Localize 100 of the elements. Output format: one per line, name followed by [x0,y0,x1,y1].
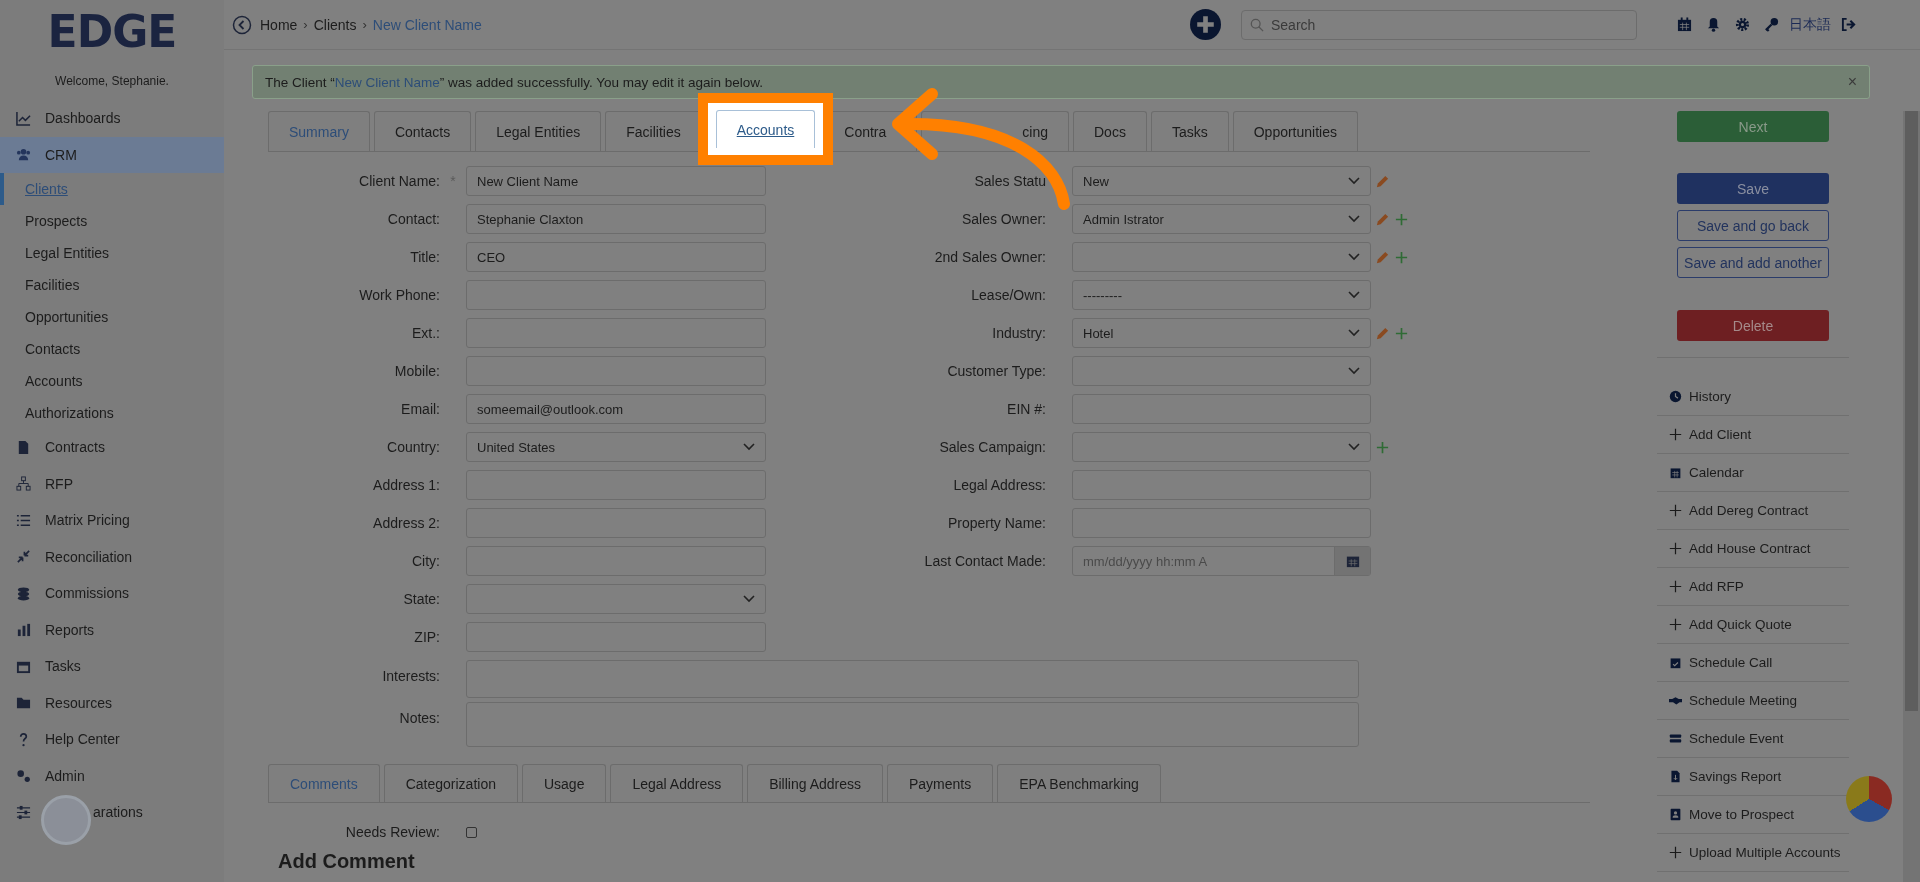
tab[interactable]: Comments [268,764,380,802]
sidebar-subitem[interactable]: Accounts [0,365,224,397]
breadcrumb-link[interactable]: New Client Name [372,16,482,33]
welcome-badge-widget[interactable] [41,795,91,845]
select-field[interactable]: New [1072,166,1371,196]
field-label: Work Phone: [359,287,440,303]
coins-icon [16,585,31,601]
input-field[interactable]: someemail@outlook.com [466,394,766,424]
sidebar-item[interactable]: CRM [0,136,224,173]
action-link[interactable]: Add RFP [1657,568,1849,606]
calendar-icon[interactable] [1677,17,1692,32]
checkbox[interactable] [466,826,477,838]
pencil-icon[interactable] [1375,249,1390,265]
sidebar-item[interactable]: Help Center [0,721,224,758]
plus-icon[interactable] [1394,249,1409,265]
tab[interactable]: Legal Address [610,764,744,802]
sidebar-item[interactable]: Matrix Pricing [0,502,224,539]
add-circle-icon[interactable] [1190,9,1221,40]
compress-icon [16,549,31,565]
tab[interactable]: EPA Benchmarking [997,764,1161,802]
select-field[interactable]: United States [466,432,766,462]
action-link[interactable]: History [1657,378,1849,416]
pencil-icon[interactable] [1375,325,1390,341]
sidebar-item[interactable]: Tasks [0,648,224,685]
tab[interactable]: Summary [268,111,370,151]
file-icon [16,439,31,455]
sidebar-item[interactable]: Dashboards [0,100,224,137]
breadcrumb-link[interactable]: Home [260,16,298,33]
field-label: Client Name: [359,173,440,189]
action-link[interactable]: Add Quick Quote [1657,606,1849,644]
pencil-icon[interactable] [1375,173,1390,189]
sidebar-item[interactable]: Resources [0,684,224,721]
field-label: Needs Review: [345,824,440,840]
action-link[interactable]: Schedule Meeting [1657,682,1849,720]
input-field[interactable]: Stephanie Claxton [466,204,766,234]
select-field[interactable] [1072,356,1371,386]
action-link[interactable]: Schedule Event [1657,720,1849,758]
select-field[interactable] [1072,432,1371,462]
tab[interactable]: Contacts [373,111,472,151]
list-icon [16,512,31,528]
tab[interactable]: Legal Entities [475,111,602,151]
select-field[interactable]: Hotel [1072,318,1371,348]
chat-assistant-avatar[interactable] [1846,776,1892,822]
sidebar-subitem[interactable]: Opportunities [0,301,224,333]
action-link[interactable]: Calendar [1657,454,1849,492]
action-link[interactable]: Schedule Call [1657,644,1849,682]
sidebar-item[interactable]: Commissions [0,575,224,612]
pencil-icon[interactable] [1375,211,1390,227]
action-link[interactable]: Add Dereg Contract [1657,492,1849,530]
select-field[interactable]: --------- [1072,280,1371,310]
sidebar-subitem[interactable]: Authorizations [0,397,224,429]
sidebar-subitem[interactable]: Contacts [0,333,224,365]
tab[interactable]: Accounts [715,110,816,148]
input-field[interactable]: New Client Name [466,166,766,196]
tab[interactable]: Payments [887,764,994,802]
bell-icon[interactable] [1706,17,1721,32]
tab[interactable]: Categorization [383,764,518,802]
sidebar-item[interactable]: RFP [0,465,224,502]
select-field[interactable] [466,584,766,614]
settings-icon[interactable] [1735,17,1750,32]
tab[interactable]: Billing Address [747,764,883,802]
sidebar-subitem[interactable]: Prospects [0,205,224,237]
action-button[interactable]: Save and go back [1677,210,1829,241]
logout-icon[interactable] [1841,17,1856,32]
folder-icon [16,695,31,711]
select-field[interactable] [1072,242,1371,272]
sidebar-subitem[interactable]: Facilities [0,269,224,301]
tab[interactable]: Usage [521,764,607,802]
plus-icon[interactable] [1394,211,1409,227]
plus-icon[interactable] [1375,439,1390,455]
action-button[interactable]: Delete [1677,310,1829,341]
action-button[interactable]: Save [1677,173,1829,204]
back-circle-icon[interactable] [232,14,252,35]
breadcrumb-link[interactable]: Clients [313,16,357,33]
sidebar-item[interactable]: Reports [0,611,224,648]
sidebar-item[interactable]: arations [0,794,224,831]
tab[interactable]: Opportunities [1232,111,1358,151]
action-link[interactable]: Upload Multiple Accounts [1657,834,1849,872]
select-field[interactable]: Admin Istrator [1072,204,1371,234]
plus-icon[interactable] [1394,325,1409,341]
field-label: ZIP: [414,629,440,645]
action-button[interactable]: Save and add another [1677,247,1829,278]
scrollbar[interactable] [1903,111,1920,882]
sidebar-item[interactable]: Admin [0,757,224,794]
close-button[interactable]: × [1847,73,1857,91]
sidebar-item[interactable]: Reconciliation [0,538,224,575]
action-button[interactable]: Next [1677,111,1829,142]
action-link[interactable]: Add Client [1657,416,1849,454]
action-link[interactable]: Add House Contract [1657,530,1849,568]
search-field[interactable]: Search [1241,9,1637,40]
action-link[interactable]: Savings Report [1657,758,1849,796]
calendar-button[interactable] [1334,547,1370,575]
input-field[interactable]: CEO [466,242,766,272]
sidebar-subitem[interactable]: Legal Entities [0,237,224,269]
tab[interactable]: Tasks [1150,111,1229,151]
tab[interactable]: Docs [1073,111,1147,151]
language-link[interactable]: 日本語 [1789,15,1831,34]
field-label: Legal Address: [953,477,1046,493]
key-icon[interactable] [1764,17,1779,32]
sidebar-item[interactable]: Contracts [0,429,224,466]
